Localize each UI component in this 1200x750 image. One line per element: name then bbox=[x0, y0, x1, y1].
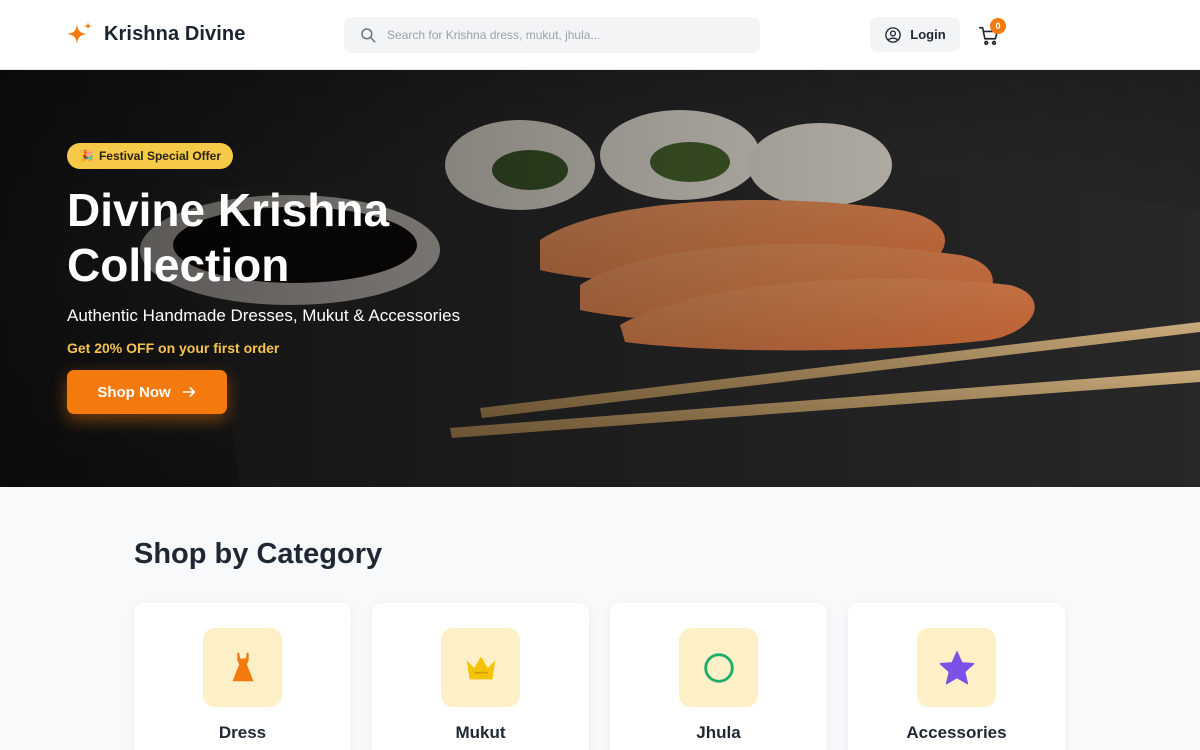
category-label: Dress bbox=[218, 723, 267, 742]
category-icon-tile bbox=[917, 628, 996, 707]
crown-icon bbox=[466, 656, 495, 679]
star-icon bbox=[939, 650, 974, 684]
category-icon-tile bbox=[203, 628, 282, 707]
cart-count-badge: 0 bbox=[990, 18, 1006, 34]
circle-icon bbox=[703, 652, 734, 683]
shop-now-label: Shop Now bbox=[97, 383, 171, 401]
dress-icon bbox=[232, 652, 253, 681]
festival-offer-badge: 🎉 Festival Special Offer bbox=[67, 143, 234, 169]
category-card-mukut[interactable]: Mukut bbox=[372, 603, 589, 750]
search-icon bbox=[361, 28, 376, 43]
arrow-right-icon bbox=[182, 387, 195, 397]
category-icon-tile bbox=[679, 628, 758, 707]
hero-subtitle: Authentic Handmade Dresses, Mukut & Acce… bbox=[67, 306, 461, 325]
hero-banner: 🎉 Festival Special Offer Divine Krishna … bbox=[0, 70, 1200, 487]
login-label: Login bbox=[910, 27, 946, 42]
hero-offer-text: Get 20% OFF on your first order bbox=[67, 340, 280, 356]
party-popper-icon: 🎉 bbox=[79, 149, 94, 163]
category-icon-tile bbox=[441, 628, 520, 707]
badge-label: Festival Special Offer bbox=[98, 149, 222, 163]
login-button[interactable]: Login bbox=[870, 17, 960, 52]
shop-now-button[interactable]: Shop Now bbox=[67, 370, 227, 414]
search-input[interactable] bbox=[387, 28, 727, 42]
category-card-accessories[interactable]: Accessories bbox=[848, 603, 1065, 750]
search-bar bbox=[344, 17, 760, 53]
category-card-jhula[interactable]: Jhula bbox=[610, 603, 827, 750]
user-icon bbox=[885, 26, 902, 43]
category-label: Accessories bbox=[906, 723, 1007, 742]
cart-button[interactable]: 0 bbox=[978, 18, 1008, 50]
sparkle-icon bbox=[67, 22, 92, 44]
category-card-dress[interactable]: Dress bbox=[134, 603, 351, 750]
site-header: Krishna Divine Login 0 bbox=[0, 0, 1200, 70]
brand-logo[interactable]: Krishna Divine bbox=[66, 20, 245, 48]
brand-name: Krishna Divine bbox=[104, 22, 246, 45]
category-label: Mukut bbox=[455, 723, 506, 742]
category-label: Jhula bbox=[696, 723, 741, 742]
section-title: Shop by Category bbox=[134, 538, 383, 570]
hero-title: Divine Krishna Collection bbox=[67, 184, 390, 291]
